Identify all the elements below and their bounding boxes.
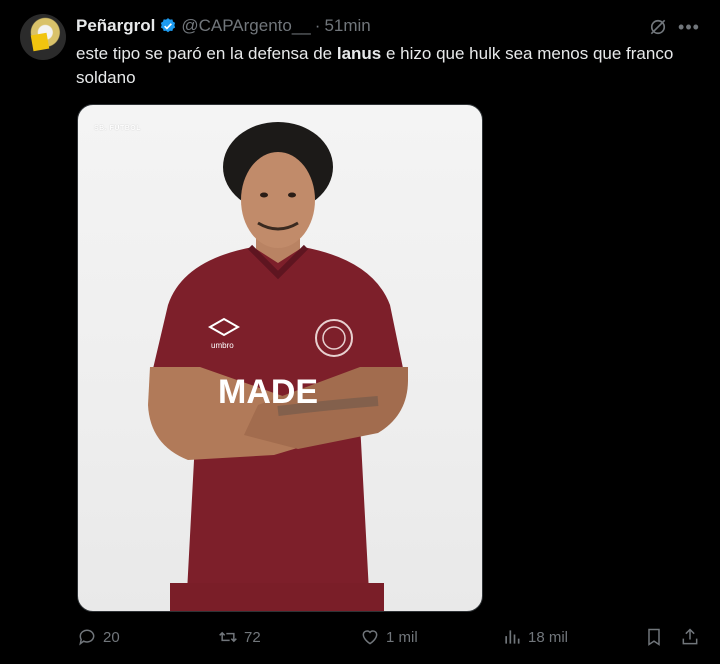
tweet-text: este tipo se paró en la defensa de lanus… <box>76 42 696 90</box>
grok-icon[interactable] <box>648 17 668 37</box>
jersey-sponsor-text: MADE <box>218 373 318 411</box>
like-icon <box>362 630 378 645</box>
reply-button[interactable]: 20 <box>77 620 120 654</box>
share-button[interactable] <box>680 620 700 654</box>
reply-count: 20 <box>103 628 120 646</box>
share-icon <box>682 628 698 645</box>
tweet-header: Peñargrol @CAPArgento__ · 51min <box>76 16 371 36</box>
author-handle[interactable]: @CAPArgento__ <box>181 16 310 36</box>
views-icon <box>505 630 520 644</box>
tweet-text-part1: este tipo se paró en la defensa de <box>76 44 337 63</box>
avatar-flag <box>30 32 50 52</box>
tweet-actions: 20 72 1 mil 18 mil <box>0 620 720 654</box>
avatar[interactable] <box>20 14 66 60</box>
repost-button[interactable]: 72 <box>218 620 261 654</box>
repost-count: 72 <box>244 628 261 646</box>
separator-dot: · <box>314 16 321 35</box>
bookmark-icon <box>648 628 660 646</box>
more-icon[interactable]: ••• <box>678 17 700 37</box>
like-button[interactable]: 1 mil <box>360 620 418 654</box>
bookmark-button[interactable] <box>644 620 664 654</box>
tweet-media-photo[interactable]: SB. FUTBOL MADE umbro <box>77 104 483 612</box>
like-count: 1 mil <box>386 628 418 646</box>
reply-icon <box>79 629 95 646</box>
verified-icon <box>161 18 176 33</box>
tweet-text-bold: lanus <box>336 44 382 63</box>
views-button[interactable]: 18 mil <box>502 620 568 654</box>
repost-icon <box>219 631 237 643</box>
player-illustration: MADE umbro <box>148 122 408 611</box>
jersey-brand-text: umbro <box>211 341 234 350</box>
author-name[interactable]: Peñargrol <box>76 16 155 36</box>
views-count: 18 mil <box>528 628 569 646</box>
tweet-timestamp[interactable]: 51min <box>324 16 370 36</box>
